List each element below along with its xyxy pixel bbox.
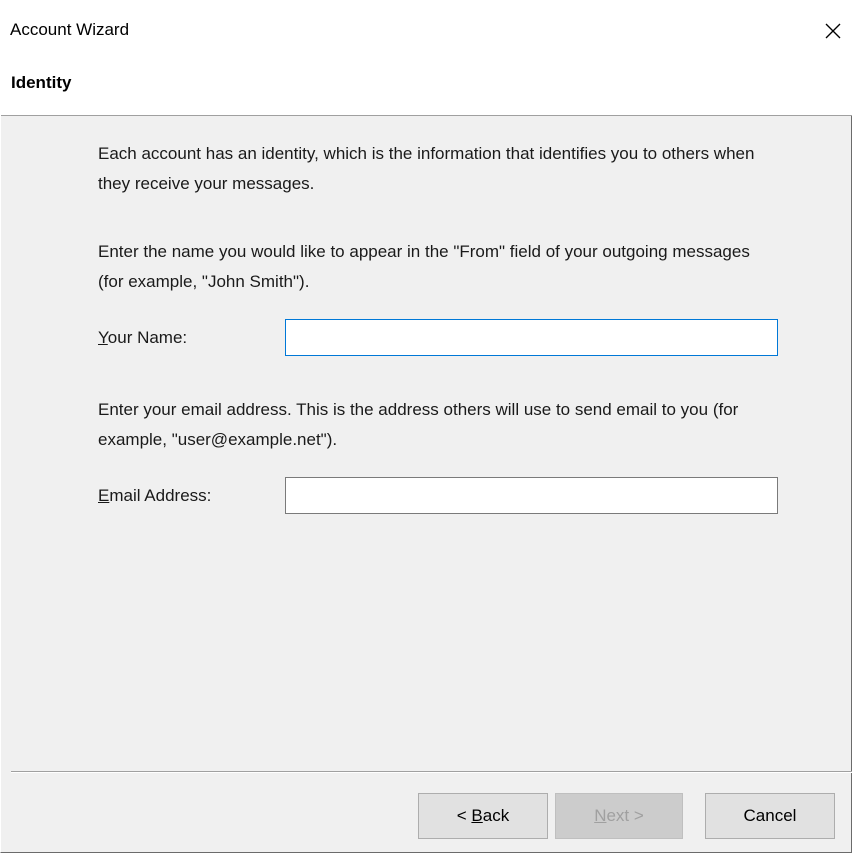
button-separator	[11, 771, 852, 773]
email-instructions: Enter your email address. This is the ad…	[98, 400, 739, 449]
wizard-content: Each account has an identity, which is t…	[1, 116, 852, 771]
your-name-label: Your Name:	[98, 328, 187, 348]
back-button[interactable]: < Back	[418, 793, 548, 839]
account-wizard-window: Account Wizard Identity Each account has…	[0, 0, 852, 853]
page-header: Identity	[1, 62, 852, 116]
your-name-label-text: our Name:	[107, 328, 188, 347]
title-bar: Account Wizard	[1, 0, 852, 62]
next-button-label: ext >	[606, 806, 644, 825]
intro-text: Each account has an identity, which is t…	[98, 144, 755, 193]
next-button-accel: N	[594, 806, 607, 825]
back-button-label: ack	[482, 806, 510, 825]
cancel-button[interactable]: Cancel	[705, 793, 835, 839]
back-button-accel: B	[471, 806, 483, 825]
back-button-prefix: <	[456, 806, 472, 825]
window-title: Account Wizard	[10, 20, 130, 39]
email-address-accel: E	[98, 486, 110, 505]
email-address-input[interactable]	[285, 477, 778, 514]
email-address-label-text: mail Address:	[109, 486, 212, 505]
your-name-input[interactable]	[285, 319, 778, 356]
your-name-accel: Y	[98, 328, 108, 347]
page-title: Identity	[11, 73, 72, 92]
next-button[interactable]: Next >	[555, 793, 683, 839]
close-button[interactable]	[814, 14, 852, 48]
close-icon	[825, 23, 841, 39]
email-address-label: Email Address:	[98, 486, 211, 506]
name-instructions: Enter the name you would like to appear …	[98, 242, 750, 291]
